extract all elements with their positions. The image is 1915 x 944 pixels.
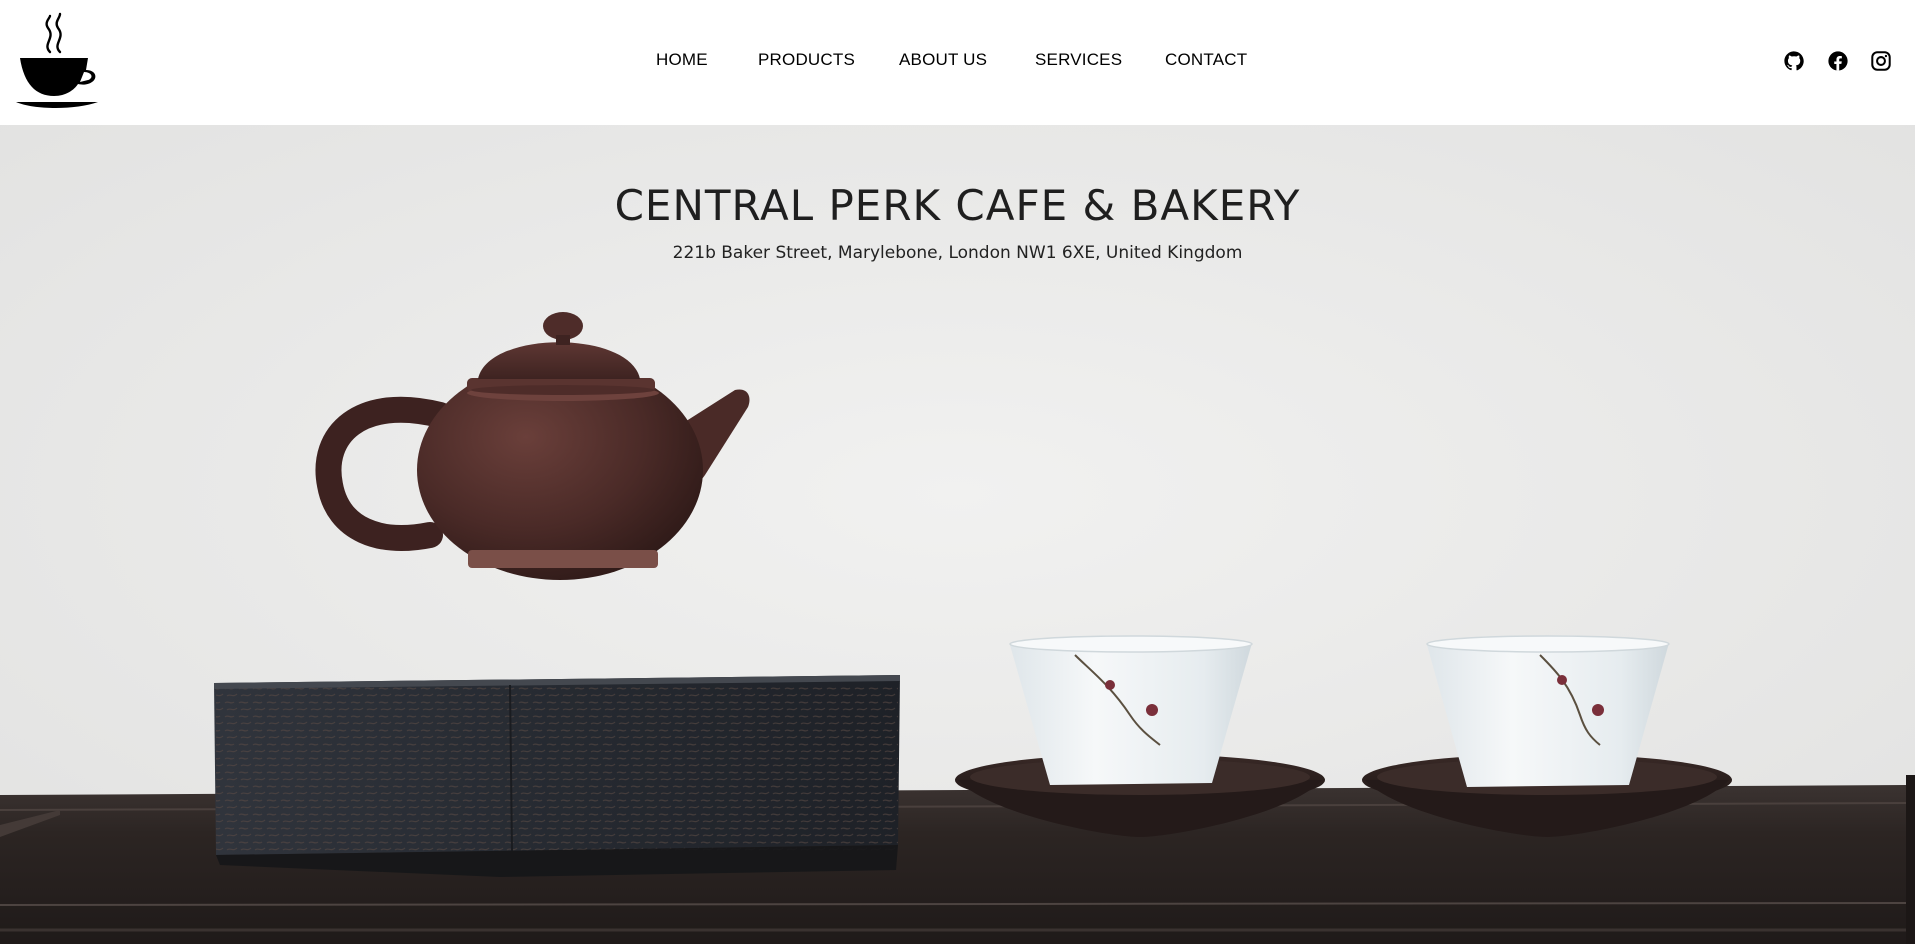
address-text: 221b Baker Street, Marylebone, London NW… <box>672 243 1243 263</box>
top-navbar: HOME PRODUCTS ABOUT US SERVICES CONTACT <box>0 0 1915 125</box>
github-icon[interactable] <box>1783 50 1805 72</box>
nav-contact-link[interactable]: CONTACT <box>1165 50 1247 70</box>
hero-section: CENTRAL PERK CAFE & BAKERY 221b Baker St… <box>0 125 1915 944</box>
nav-products-link[interactable]: PRODUCTS <box>758 50 855 70</box>
nav-about-us-link[interactable]: ABOUT US <box>899 50 987 70</box>
instagram-icon[interactable] <box>1870 50 1892 72</box>
facebook-icon[interactable] <box>1827 50 1849 72</box>
nav-services-link[interactable]: SERVICES <box>1035 50 1122 70</box>
page-title: CENTRAL PERK CAFE & BAKERY <box>614 181 1301 230</box>
nav-home-link[interactable]: HOME <box>656 50 708 70</box>
main-nav: HOME PRODUCTS ABOUT US SERVICES CONTACT <box>0 50 1915 74</box>
